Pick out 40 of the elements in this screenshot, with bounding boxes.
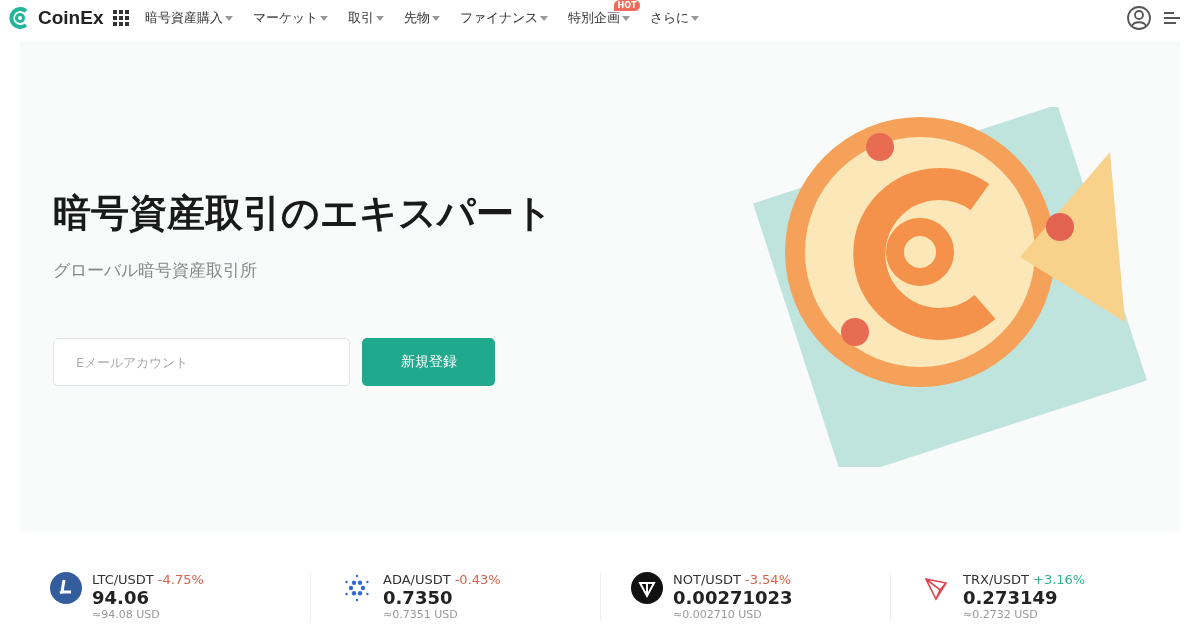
last-price: 0.00271023 <box>673 587 793 608</box>
usd-price: ≈0.2732 USD <box>963 608 1039 621</box>
usd-price: ≈0.7351 USD <box>383 608 459 621</box>
price-change: +3.16% <box>1033 572 1086 587</box>
last-price: 94.06 <box>92 587 150 608</box>
hero-subtitle: グローバル暗号資産取引所 <box>53 259 258 282</box>
caret-icon <box>540 15 549 21</box>
nav-menu-item[interactable]: さらに <box>650 9 700 27</box>
logo-text[interactable]: CoinEx <box>38 7 104 29</box>
nav-menu-item[interactable]: 特別企画 <box>568 9 631 27</box>
usd-price: ≈94.08 USD <box>92 608 161 621</box>
price-change: -3.54% <box>745 572 791 587</box>
nav-menu-item[interactable]: 暗号資産購入 <box>145 9 234 27</box>
trading-pair[interactable]: TRX/USDT <box>963 572 1029 587</box>
trading-pair[interactable]: LTC/USDT <box>92 572 154 587</box>
caret-icon <box>691 15 700 21</box>
nav-menu-item[interactable]: マーケット <box>253 9 329 27</box>
usd-price: ≈0.002710 USD <box>673 608 763 621</box>
caret-icon <box>376 15 385 21</box>
nav-menu-item[interactable]: ファイナンス <box>460 9 549 27</box>
caret-icon <box>320 15 329 21</box>
grid-menu-icon[interactable] <box>113 10 130 26</box>
trading-pair[interactable]: NOT/USDT <box>673 572 741 587</box>
trading-pair[interactable]: ADA/USDT <box>383 572 451 587</box>
email-input-field[interactable]: Eメールアカウント <box>53 338 350 386</box>
menu-icon[interactable] <box>1162 10 1182 26</box>
last-price: 0.273149 <box>963 587 1059 608</box>
nav-menu-item[interactable]: 取引 <box>348 9 385 27</box>
nav-menu-item[interactable]: 先物 <box>404 9 441 27</box>
caret-icon <box>225 15 234 21</box>
caret-icon <box>622 15 631 21</box>
last-price: 0.7350 <box>383 587 454 608</box>
coin-icon <box>631 572 663 604</box>
price-change: -0.43% <box>454 572 501 587</box>
hero-title: 暗号資産取引のエキスパート <box>53 190 553 237</box>
user-account-icon[interactable] <box>1126 5 1152 31</box>
coin-icon <box>50 572 82 604</box>
caret-icon <box>432 15 441 21</box>
hot-badge: HOT <box>613 0 641 11</box>
price-change: -4.75% <box>157 572 204 587</box>
